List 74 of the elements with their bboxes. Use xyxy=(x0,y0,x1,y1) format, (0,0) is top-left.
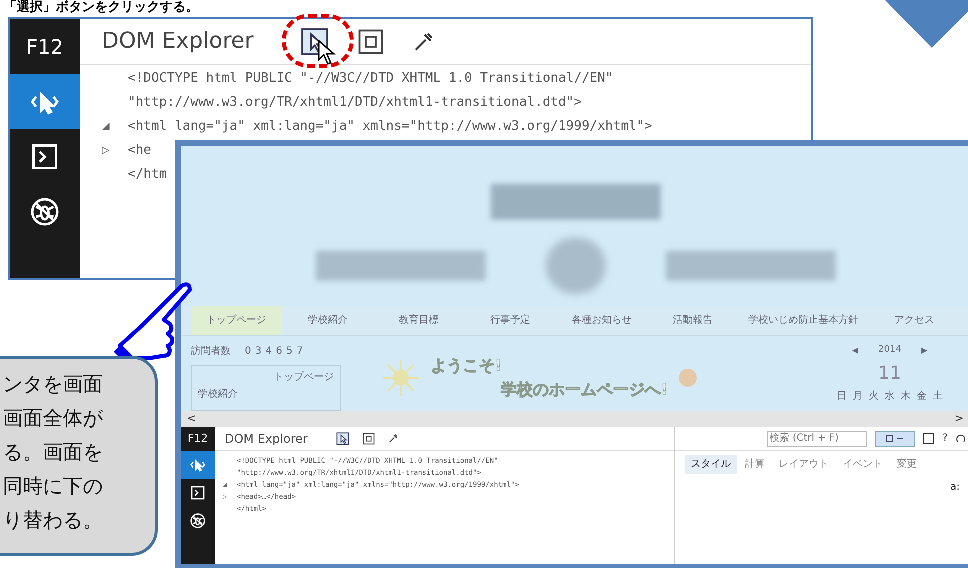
sun-icon xyxy=(381,358,421,398)
code-line: <he xyxy=(128,142,152,160)
bug-icon xyxy=(30,196,60,226)
side-menu-link[interactable]: 学校紹介 xyxy=(198,387,334,402)
nav-link[interactable]: 活動報告 xyxy=(647,306,739,335)
welcome-text: ようこそ! xyxy=(431,354,504,376)
balloon-icon xyxy=(678,368,698,388)
counter-label: 訪問者数 xyxy=(191,344,231,359)
weekday-label: 月 xyxy=(853,390,863,404)
style-rule: a: xyxy=(950,481,961,495)
nav-link[interactable]: 学校紹介 xyxy=(282,306,374,335)
nav-link[interactable]: 各種お知らせ xyxy=(556,306,648,335)
weekday-label: 日 xyxy=(837,390,847,404)
weekday-label: 水 xyxy=(885,390,895,404)
caption: 「選択」ボタンをクリックする。 xyxy=(4,0,199,15)
style-tab[interactable]: スタイル xyxy=(685,455,737,474)
welcome-text: 学校のホームページへ! xyxy=(501,378,668,400)
cursor-icon xyxy=(318,40,336,66)
panel-title: DOM Explorer xyxy=(225,430,308,448)
eyedropper-icon[interactable] xyxy=(388,432,400,444)
callout-text: ンタを画面 xyxy=(3,371,104,398)
console-icon xyxy=(190,485,206,501)
next-year-button[interactable]: ▶ xyxy=(921,344,928,357)
counter-digit: 7 xyxy=(296,345,304,359)
console-icon xyxy=(30,142,60,172)
weekday-label: 土 xyxy=(933,390,943,404)
find-button[interactable] xyxy=(874,430,915,446)
undock-icon[interactable] xyxy=(956,434,966,444)
style-tab[interactable]: イベント xyxy=(837,455,889,474)
callout-text: り替わる。 xyxy=(3,507,104,534)
calendar-year: 2014 xyxy=(878,344,902,357)
code-line: <!DOCTYPE html PUBLIC "-//W3C//DTD XHTML 1.0 Transitional//EN" xyxy=(128,70,614,88)
panel-title: DOM Explorer xyxy=(102,28,254,56)
counter-digit: 5 xyxy=(286,345,293,359)
bug-icon xyxy=(190,513,206,529)
scroll-right-button[interactable]: > xyxy=(954,410,964,428)
prev-year-button[interactable]: ◀ xyxy=(852,344,859,357)
down-arrow-icon xyxy=(885,0,968,48)
nav-link[interactable]: トップページ xyxy=(191,306,282,335)
nav-link[interactable]: 行事予定 xyxy=(464,306,556,335)
code-line: <html lang="ja" xml:lang="ja" xmlns="http://www.w3.org/1999/xhtml"> xyxy=(128,118,652,136)
frame-icon[interactable] xyxy=(362,432,376,446)
f12-label: F12 xyxy=(186,430,210,447)
blurred-emblem xyxy=(546,238,606,294)
callout-text: 画面全体が xyxy=(3,405,104,432)
nav-link[interactable]: 教育目標 xyxy=(374,306,465,335)
f12-label: F12 xyxy=(26,34,64,60)
callout-text: 同時に下の xyxy=(3,473,104,500)
expand-marker[interactable]: ◢ xyxy=(102,115,110,139)
expand-marker[interactable]: ▷ xyxy=(102,139,110,163)
find-icon xyxy=(884,434,905,444)
side-menu-title: トップページ xyxy=(274,370,334,385)
style-tab[interactable]: 計算 xyxy=(739,455,771,474)
callout-text: る。画面を xyxy=(3,439,104,466)
counter-digit: 6 xyxy=(276,345,282,359)
counter-digit: 0 xyxy=(245,345,252,359)
counter-digit: 4 xyxy=(266,345,272,359)
select-element-icon[interactable] xyxy=(336,432,350,446)
calendar-month: 11 xyxy=(878,362,902,386)
style-tab[interactable]: レイアウト xyxy=(773,455,835,474)
weekday-label: 金 xyxy=(917,390,927,404)
nav-link[interactable]: アクセス xyxy=(868,306,960,335)
weekday-label: 木 xyxy=(901,390,911,404)
scroll-left-button[interactable]: < xyxy=(187,410,196,428)
help-button[interactable]: ? xyxy=(942,431,948,446)
counter-digit: 3 xyxy=(255,345,262,359)
code-line: "http://www.w3.org/TR/xhtml1/DTD/xhtml1-transitional.dtd"> xyxy=(128,94,582,112)
select-element-icon xyxy=(190,457,206,473)
search-field[interactable]: 検索 (Ctrl + F) xyxy=(766,430,867,446)
style-tab[interactable]: 変更 xyxy=(891,455,923,474)
frame-icon[interactable] xyxy=(922,432,935,444)
weekday-label: 火 xyxy=(869,390,879,404)
code-line: </htm xyxy=(128,166,168,184)
nav-link[interactable]: 学校いじめ防止基本方針 xyxy=(738,306,869,335)
